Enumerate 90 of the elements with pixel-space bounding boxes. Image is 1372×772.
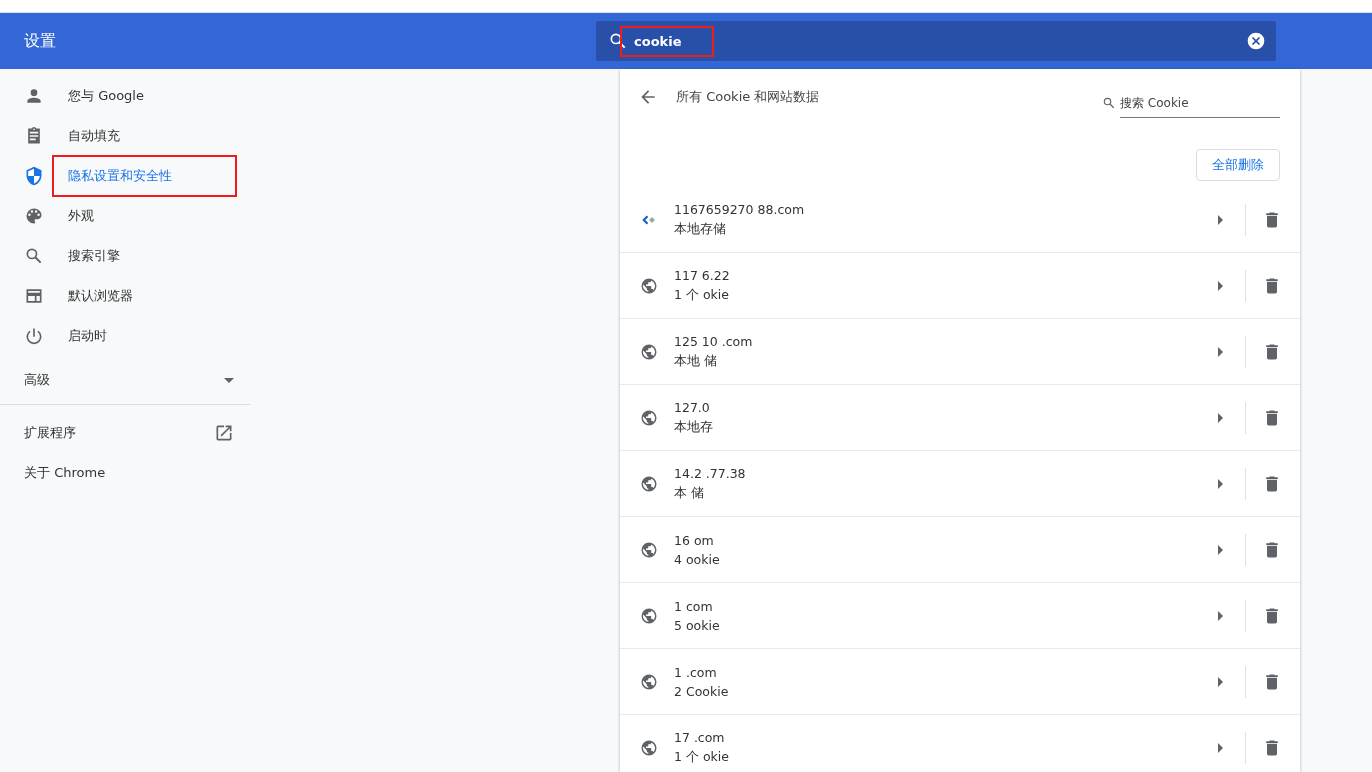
section-label: 高级 [24,371,50,389]
caret-icon [1218,610,1223,621]
site-detail: 本地 储 [674,352,717,370]
expand-button[interactable] [1218,346,1223,357]
clear-search-button[interactable] [1246,31,1266,51]
expand-button[interactable] [1218,280,1223,291]
power-icon [24,326,44,346]
site-row[interactable]: 127.0 本地存 [620,384,1300,450]
link-label: 扩展程序 [24,424,76,442]
item-label: 搜索引擎 [68,247,120,265]
site-detail: 本地存储 [674,220,726,238]
sidebar-item[interactable]: 您与 Google [0,76,250,116]
globe-icon [640,672,658,691]
site-detail: 1 个 okie [674,748,729,766]
site-row[interactable]: 14.2 .77.38 本 储 [620,450,1300,516]
globe-icon [640,408,658,427]
sidebar-link[interactable]: 关于 Chrome [0,453,250,493]
sidebar-item[interactable]: 自动填充 [0,116,250,156]
caret-icon [1218,478,1223,489]
shield-icon [24,166,44,186]
person-icon [24,86,44,106]
globe-icon [640,342,658,361]
expand-button[interactable] [1218,412,1223,423]
sidebar-link[interactable]: 扩展程序 [0,413,250,453]
panel-title: 所有 Cookie 和网站数据 [676,88,821,106]
sidebar-item[interactable]: 默认浏览器 [0,276,250,316]
globe-icon [640,276,658,295]
site-row[interactable]: 17 .com 1 个 okie [620,714,1300,772]
globe-icon [640,474,658,493]
site-row[interactable]: 125 10 .com 本地 储 [620,318,1300,384]
site-detail: 本 储 [674,484,704,502]
sidebar-item[interactable]: 搜索引擎 [0,236,250,276]
globe-icon [640,540,658,559]
caret-icon [224,377,234,383]
site-name: 1167659270 88.com [674,201,805,217]
item-label: 您与 Google [68,87,144,105]
browser-window-icon [24,286,44,306]
site-row[interactable]: 1 com 5 ookie [620,582,1300,648]
caret-icon [1218,742,1223,753]
site-name: 1 com [674,598,713,614]
site-name: 17 .com [674,729,725,745]
site-name: 117 6.22 [674,267,730,283]
site-detail: 1 个 okie [674,286,729,304]
caret-icon [1218,676,1223,687]
site-detail: 2 Cookie [674,683,729,699]
item-label: 默认浏览器 [68,287,133,305]
expand-button[interactable] [1218,544,1223,555]
site-detail: 5 ookie [674,617,720,633]
globe-icon [640,738,658,757]
search-icon [608,31,628,51]
palette-icon [24,206,44,226]
page-title: 设置 [23,30,57,52]
close-icon [1246,31,1266,51]
search-icon [1102,96,1116,110]
site-name: 16 om [674,532,714,548]
search-field[interactable]: cookie [596,21,1276,61]
expand-button[interactable] [1218,676,1223,687]
site-row[interactable]: 1167659270 88.com 本地存储 [620,187,1300,252]
sidebar-item[interactable]: 外观 [0,196,250,236]
expand-button[interactable] [1218,214,1223,225]
site-name: 1 .com [674,664,717,680]
caret-icon [1218,280,1223,291]
search-icon [24,246,44,266]
caret-icon [1218,412,1223,423]
site-detail: 4 ookie [674,551,720,567]
sidebar-item[interactable]: 隐私设置和安全性 [0,156,250,196]
globe-icon [640,606,658,625]
site-name: 127.0 [674,399,710,415]
external-link-icon [214,423,234,443]
site-name: 125 10 .com [674,333,753,349]
expand-button[interactable] [1218,742,1223,753]
caret-icon [1218,214,1223,225]
item-label: 自动填充 [68,127,120,145]
item-label: 外观 [68,207,94,225]
site-row[interactable]: 117 6.22 1 个 okie [620,252,1300,318]
remove-all-button[interactable]: 全部删除 [1196,149,1280,181]
site-detail: 本地存 [674,418,713,436]
expand-button[interactable] [1218,610,1223,621]
sidebar-item[interactable]: 启动时 [0,316,250,356]
site-row[interactable]: 16 om 4 ookie [620,516,1300,582]
advanced-section-toggle[interactable]: 高级 [0,356,250,404]
link-label: 关于 Chrome [24,464,106,482]
item-label: 启动时 [68,327,107,345]
site-name: 14.2 .77.38 [674,465,746,481]
expand-button[interactable] [1218,478,1223,489]
search-text: cookie [622,27,712,55]
item-label: 隐私设置和安全性 [54,157,235,195]
caret-icon [1218,544,1223,555]
site-row[interactable]: 1 .com 2 Cookie [620,648,1300,714]
caret-icon [1218,346,1223,357]
